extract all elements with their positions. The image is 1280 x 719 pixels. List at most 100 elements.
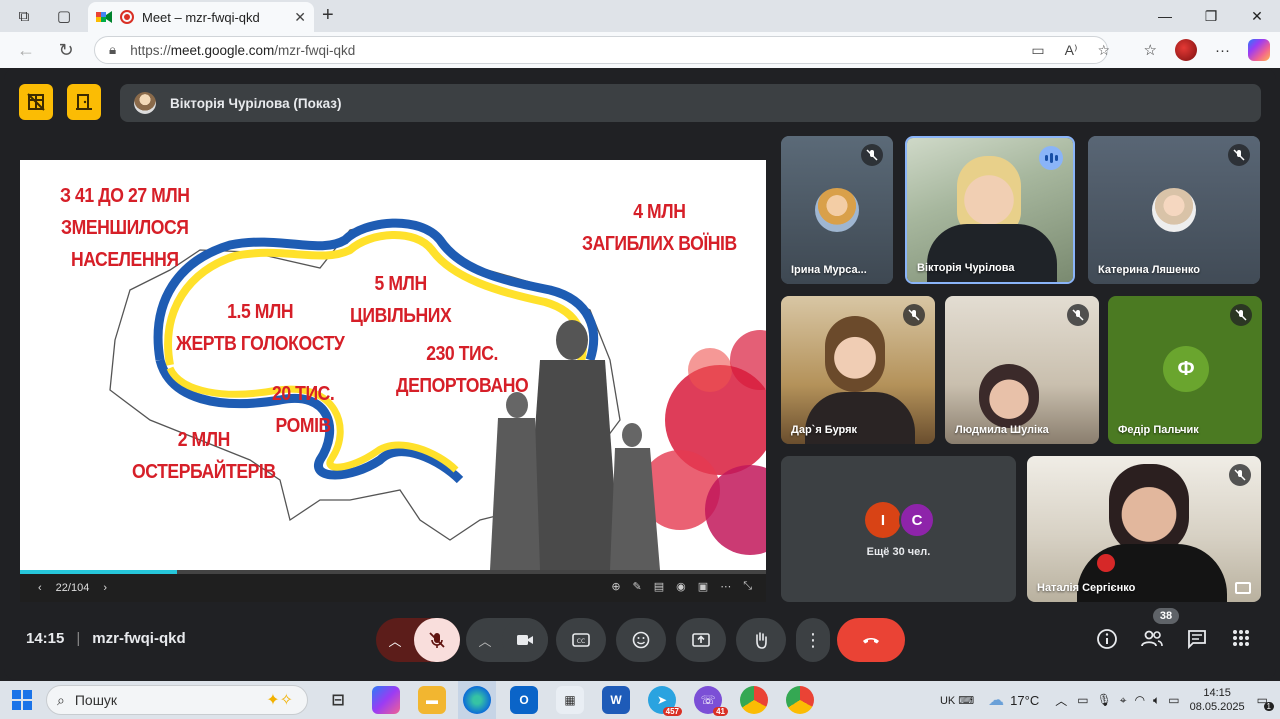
zoom-icon[interactable]: ⊕ — [611, 580, 620, 593]
close-window-icon[interactable]: ✕ — [1234, 0, 1280, 32]
volume-icon[interactable]: 🔈︎ — [1153, 693, 1160, 708]
leave-call-button[interactable] — [837, 618, 905, 662]
captions-icon[interactable]: ▤ — [654, 580, 664, 593]
outlook-icon[interactable]: O — [510, 686, 538, 714]
participant-tile[interactable]: Катерина Ляшенко — [1088, 136, 1260, 284]
meet-tray-icon[interactable]: ▭ — [1077, 693, 1088, 707]
mic-options-chevron-icon[interactable]: ︿ — [376, 631, 414, 650]
participant-name: Катерина Ляшенко — [1098, 264, 1200, 276]
door-icon — [76, 94, 92, 110]
meet-logo-icon — [96, 10, 112, 24]
raise-hand-button[interactable] — [736, 618, 786, 662]
audio-icon[interactable]: ◉ — [676, 580, 686, 593]
activities-icon[interactable] — [1231, 628, 1251, 653]
meeting-code: mzr-fwqi-qkd — [92, 630, 186, 647]
viber-icon[interactable]: ☏ 41 — [694, 686, 728, 716]
reload-icon[interactable]: ↻ — [46, 32, 86, 68]
chat-icon[interactable] — [1186, 628, 1208, 655]
meeting-details-icon[interactable] — [1096, 628, 1118, 655]
url-bar[interactable]: 🔒︎ https://meet.google.com/mzr-fwqi-qkd — [94, 36, 1108, 64]
camera-permission-icon[interactable]: ▭ — [1031, 42, 1044, 59]
exit-fullscreen-icon[interactable]: ⤡ — [743, 580, 752, 593]
pip-icon[interactable] — [1235, 582, 1251, 594]
notifications-icon[interactable]: ▭ 1 — [1257, 693, 1274, 711]
door-button[interactable] — [67, 84, 101, 120]
mic-toggle-button[interactable] — [414, 618, 460, 662]
wifi-icon[interactable]: ◠ — [1135, 693, 1145, 707]
more-participants-tile[interactable]: I C Ещё 30 чел. — [781, 456, 1016, 602]
tab-meet[interactable]: Meet – mzr-fwqi-qkd ✕ — [88, 2, 314, 32]
participant-tile[interactable]: Ірина Мурса... — [781, 136, 893, 284]
copilot-app-icon[interactable] — [372, 686, 400, 714]
task-view-icon[interactable]: ⊟ — [324, 686, 352, 714]
store-icon[interactable]: ▦ — [556, 686, 584, 714]
screen-icon[interactable]: ▣ — [698, 580, 708, 593]
workspaces-icon[interactable]: ⧉ — [6, 0, 42, 32]
favorites-icon[interactable]: ☆ — [1144, 41, 1157, 59]
present-screen-icon — [692, 633, 710, 647]
battery-icon[interactable]: ▭ — [1168, 693, 1179, 707]
address-toolbar: ← ↻ 🔒︎ https://meet.google.com/mzr-fwqi-… — [0, 32, 1280, 68]
camera-options-chevron-icon[interactable]: ︿ — [466, 631, 504, 650]
keyboard-layout[interactable]: UK ⌨ — [940, 694, 974, 707]
more-menu-icon[interactable]: ··· — [1215, 42, 1230, 59]
search-placeholder: Пошук — [74, 692, 118, 708]
more-options-button[interactable]: ⋮ — [796, 618, 830, 662]
chrome-icon[interactable] — [740, 686, 768, 714]
reactions-button[interactable] — [616, 618, 666, 662]
weather-temp: 17°C — [1010, 692, 1040, 708]
present-toggle-button[interactable] — [19, 84, 53, 120]
participant-tile[interactable]: Наталія Сергієнко — [1027, 456, 1261, 602]
slide-progress-bar[interactable] — [20, 570, 766, 574]
slide-text-ostarbeiter: 2 МЛН ОСТЕРБАЙТЕРІВ — [132, 429, 276, 483]
read-aloud-icon[interactable]: A⁾ — [1065, 42, 1078, 59]
participant-name: Ірина Мурса... — [791, 264, 867, 276]
copilot-icon[interactable] — [1248, 39, 1270, 61]
participant-tile-speaking[interactable]: Вікторія Чурілова — [905, 136, 1075, 284]
prev-slide-icon[interactable]: ‹ — [38, 582, 42, 594]
edge-icon[interactable] — [463, 686, 491, 714]
location-icon[interactable]: ⌖ — [1120, 693, 1127, 708]
back-icon[interactable]: ← — [6, 32, 46, 68]
telegram-icon[interactable]: ➤ 457 — [648, 686, 682, 716]
slide-text-soldiers: 4 МЛН ЗАГИБЛИХ ВОЇНІВ — [582, 201, 737, 255]
windows-start-icon[interactable] — [12, 690, 32, 715]
new-tab-icon[interactable]: + — [322, 4, 334, 27]
taskbar-clock[interactable]: 14:15 08.05.2025 — [1190, 686, 1245, 714]
more-people-label: Ещё 30 чел. — [866, 546, 931, 558]
meeting-info: 14:15 | mzr-fwqi-qkd — [26, 630, 186, 647]
people-icon[interactable] — [1140, 628, 1164, 655]
weather-cloud-icon[interactable]: ☁ — [988, 690, 1004, 710]
favorite-star-icon[interactable]: ☆ — [1097, 42, 1110, 59]
participant-name: Наталія Сергієнко — [1037, 582, 1136, 594]
more-options-icon[interactable]: ⋯ — [720, 580, 731, 593]
captions-button[interactable]: CC — [556, 618, 606, 662]
sparkle-icon: ✦✧ — [266, 692, 293, 709]
taskbar-search[interactable]: ⌕ Пошук ✦✧ — [46, 685, 308, 715]
window-controls: — ❐ ✕ — [1142, 0, 1280, 32]
chrome-profile-icon[interactable] — [786, 686, 814, 714]
vertical-tabs-icon[interactable]: ▢ — [46, 0, 82, 32]
tray-expand-icon[interactable]: ︿ — [1055, 692, 1067, 709]
participant-tile[interactable]: Дар`я Буряк — [781, 296, 935, 444]
mic-off-icon — [1067, 304, 1089, 326]
participant-tile[interactable]: Людмила Шуліка — [945, 296, 1099, 444]
pen-icon[interactable]: ✎ — [633, 580, 642, 593]
participant-tile[interactable]: Ф Федір Пальчик — [1108, 296, 1262, 444]
word-icon[interactable]: W — [602, 686, 630, 714]
participant-name: Дар`я Буряк — [791, 424, 858, 436]
file-explorer-icon[interactable]: ▬ — [418, 686, 446, 714]
profile-avatar[interactable] — [1175, 39, 1197, 61]
camera-toggle-button[interactable] — [502, 618, 548, 662]
tab-close-icon[interactable]: ✕ — [294, 9, 306, 26]
next-slide-icon[interactable]: › — [103, 582, 107, 594]
maximize-icon[interactable]: ❐ — [1188, 0, 1234, 32]
mic-tray-icon[interactable]: 🎙︎ — [1097, 693, 1112, 707]
avatar-initial: Ф — [1163, 346, 1209, 392]
recording-icon — [120, 10, 134, 24]
lock-icon: 🔒︎ — [109, 42, 117, 57]
present-screen-button[interactable] — [676, 618, 726, 662]
mic-off-icon — [1230, 304, 1252, 326]
minimize-icon[interactable]: — — [1142, 0, 1188, 32]
url-text: https://meet.google.com/mzr-fwqi-qkd — [130, 42, 356, 58]
